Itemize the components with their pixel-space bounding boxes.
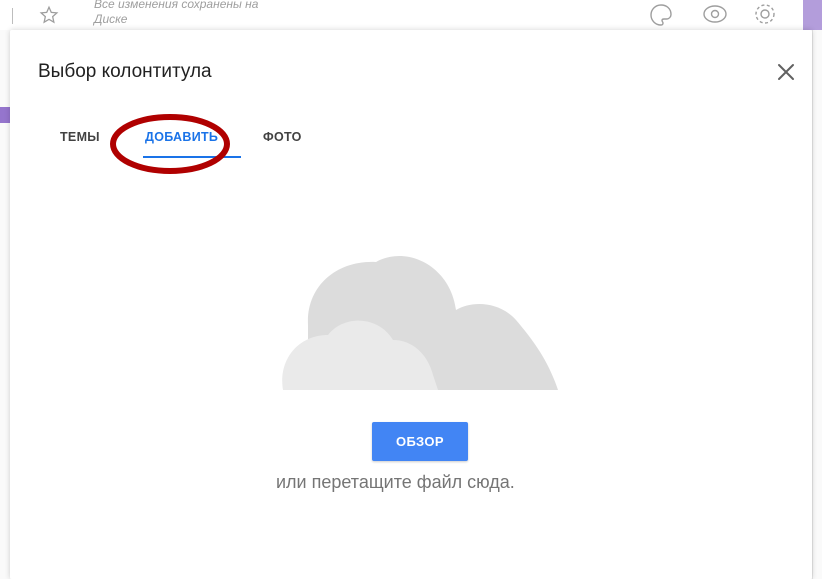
tab-themes[interactable]: ТЕМЫ: [60, 130, 100, 144]
toolbar-divider: [12, 8, 13, 24]
tab-photo[interactable]: ФОТО: [263, 130, 302, 144]
star-icon[interactable]: [38, 4, 60, 26]
save-status: Все изменения сохранены на Диске: [94, 0, 259, 26]
browse-button[interactable]: ОБЗОР: [372, 422, 468, 461]
eye-icon[interactable]: [702, 2, 728, 26]
app-toolbar: Все изменения сохранены на Диске: [0, 0, 822, 30]
gear-icon[interactable]: [752, 2, 778, 26]
palette-icon[interactable]: [648, 2, 674, 26]
header-picker-dialog: Выбор колонтитула ТЕМЫ ДОБАВИТЬ ФОТО ОБЗ…: [10, 30, 812, 579]
cloud-icon: [282, 255, 558, 390]
background-right-edge: [812, 30, 822, 579]
background-left-strip: [0, 107, 10, 123]
annotation-ellipse: [110, 114, 230, 174]
drop-hint: или перетащите файл сюда.: [276, 472, 515, 492]
dialog-title: Выбор колонтитула: [38, 61, 212, 82]
account-avatar[interactable]: [803, 0, 822, 30]
close-icon[interactable]: [774, 60, 798, 84]
